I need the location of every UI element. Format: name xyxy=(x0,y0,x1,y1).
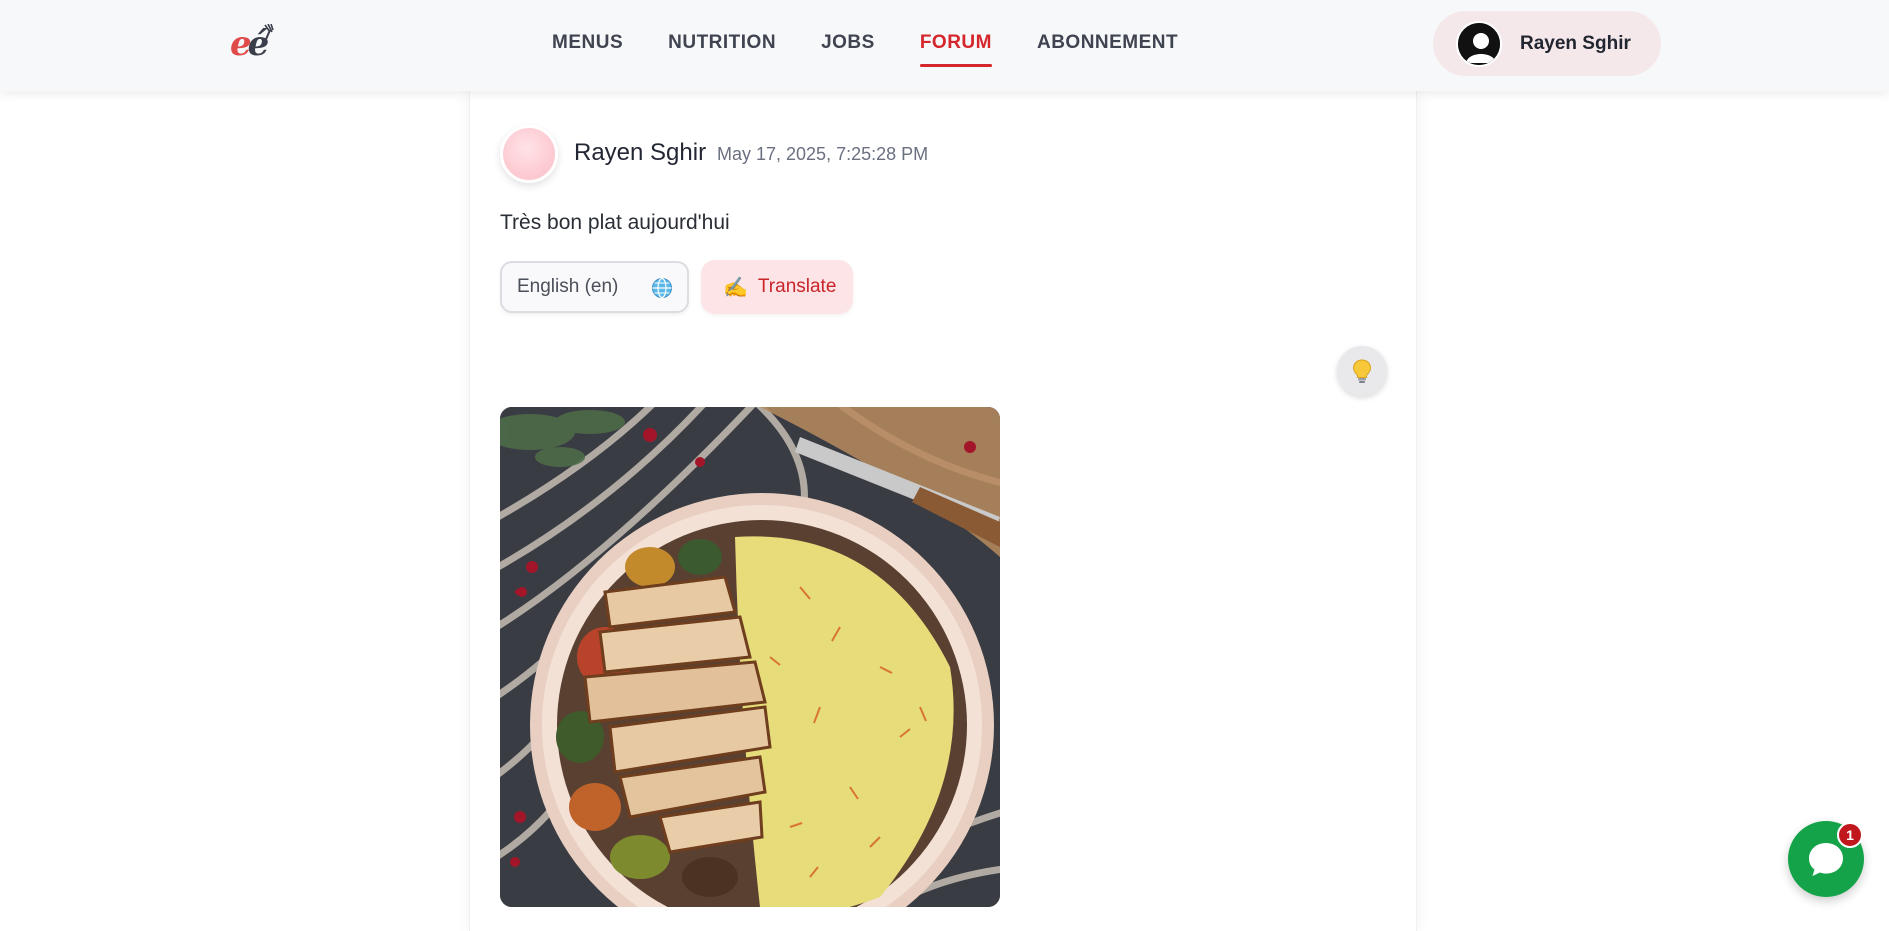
user-name: Rayen Sghir xyxy=(1520,32,1631,54)
translate-button[interactable]: ✍️ Translate xyxy=(701,260,853,314)
nav-menus[interactable]: MENUS xyxy=(552,30,623,60)
fork-icon xyxy=(263,24,274,44)
post-image[interactable] xyxy=(500,407,1000,907)
post-author-avatar xyxy=(500,125,558,183)
post-author-name[interactable]: Rayen Sghir xyxy=(574,139,706,167)
writing-hand-icon: ✍️ xyxy=(723,276,748,299)
nav-jobs[interactable]: JOBS xyxy=(821,30,875,60)
post-date: May 17, 2025, 7:25:28 PM xyxy=(717,144,929,164)
nav-nutrition[interactable]: NUTRITION xyxy=(668,30,776,60)
user-menu-button[interactable]: Rayen Sghir xyxy=(1433,11,1661,76)
food-photo xyxy=(500,407,1000,907)
language-select[interactable]: English (en) xyxy=(500,261,689,313)
translate-label: Translate xyxy=(757,276,837,297)
chat-notification-badge: 1 xyxy=(1837,822,1863,848)
main-nav: MENUS NUTRITION JOBS FORUM ABONNEMENT xyxy=(552,30,1178,67)
lightbulb-icon xyxy=(1352,359,1372,383)
nav-abonnement[interactable]: ABONNEMENT xyxy=(1037,30,1178,60)
site-logo[interactable]: eé xyxy=(230,24,274,64)
nav-forum[interactable]: FORUM xyxy=(919,30,993,67)
idea-button[interactable] xyxy=(1337,346,1387,396)
post-text: Très bon plat aujourd'hui xyxy=(500,211,730,234)
globe-icon xyxy=(652,277,672,299)
user-avatar-icon xyxy=(1456,20,1502,67)
language-select-value: English (en) xyxy=(517,276,619,297)
post-card: Rayen Sghir May 17, 2025, 7:25:28 PM Trè… xyxy=(469,91,1417,931)
top-header: eé MENUS NUTRITION JOBS FORUM ABONNEMENT… xyxy=(0,0,1889,91)
